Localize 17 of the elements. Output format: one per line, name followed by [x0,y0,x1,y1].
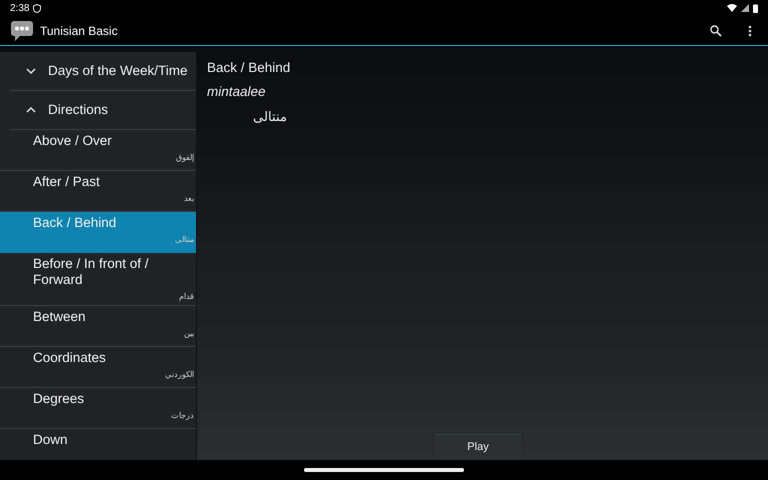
chevron-down-icon [26,68,36,74]
phrase-transliteration: mintaalee [207,83,267,102]
group-header[interactable]: Directions [10,91,196,130]
wifi-icon [727,4,737,12]
phrase-arabic: منتالى [252,108,287,126]
search-icon[interactable] [710,24,722,36]
phrase-english: Back / Behind [207,59,292,77]
chevron-up-icon [26,107,36,113]
battery-icon [753,4,758,12]
app-title: Tunisian Basic [40,22,118,40]
group-header[interactable]: Days of the Week/Time [10,52,196,91]
more-options-icon[interactable] [748,24,752,36]
speech-bubble-icon [10,18,34,42]
shield-icon [33,4,42,12]
signal-icon [741,4,749,12]
status-time: 2:38 [10,2,30,16]
list-item[interactable]: Down [0,429,196,460]
